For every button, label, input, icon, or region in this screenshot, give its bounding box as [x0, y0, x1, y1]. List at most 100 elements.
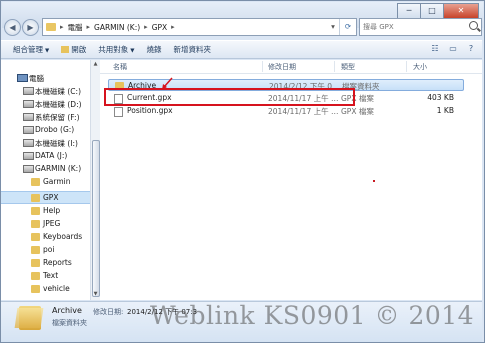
drive-icon — [23, 100, 34, 108]
open-button[interactable]: 開啟 — [61, 44, 86, 55]
drive-icon — [23, 113, 34, 121]
help-icon[interactable]: ? — [464, 43, 478, 55]
folder-icon — [31, 246, 40, 254]
search-icon[interactable] — [469, 21, 478, 30]
chevron-right-icon[interactable]: ▸ — [87, 23, 91, 31]
share-button[interactable]: 共用對象 ▼ — [98, 44, 134, 55]
file-icon — [114, 107, 123, 117]
file-size: 1 KB — [436, 106, 454, 115]
open-label: 開啟 — [71, 45, 87, 54]
refresh-icon[interactable]: ⟳ — [339, 19, 356, 35]
computer-icon — [17, 74, 28, 82]
breadcrumb-computer[interactable]: 電腦 — [68, 22, 83, 33]
nav-item-text[interactable]: Text — [1, 270, 90, 283]
column-divider[interactable] — [406, 61, 407, 72]
nav-item-help[interactable]: Help — [1, 205, 90, 218]
annotation-arrow-icon — [162, 77, 173, 90]
nav-item-keyboards[interactable]: Keyboards — [1, 231, 90, 244]
nav-item-label: Help — [43, 206, 61, 215]
search-input[interactable] — [360, 19, 466, 35]
column-type[interactable]: 類型 — [341, 62, 355, 72]
breadcrumb-gpx[interactable]: GPX — [152, 23, 167, 32]
chevron-down-icon: ▼ — [130, 48, 135, 54]
chevron-right-icon[interactable]: ▸ — [144, 23, 148, 31]
nav-item-label: Text — [43, 271, 59, 280]
details-modified-label: 修改日期: — [93, 308, 124, 316]
nav-item-drive-k[interactable]: GARMIN (K:) — [1, 163, 90, 176]
forward-button[interactable]: ▶ — [22, 19, 39, 36]
nav-item-label: poi — [43, 245, 55, 254]
view-controls: ☷ ▭ ? — [424, 43, 478, 55]
details-type: 檔案資料夾 — [52, 319, 87, 327]
nav-item-label: JPEG — [43, 219, 61, 228]
nav-item-label: DATA (J:) — [35, 151, 68, 160]
nav-item-label: Drobo (G:) — [35, 125, 75, 134]
chevron-right-icon[interactable]: ▸ — [60, 23, 64, 31]
nav-item-drive-c[interactable]: 本機磁碟 (C:) — [1, 85, 90, 98]
maximize-button[interactable]: □ — [420, 3, 444, 19]
close-button[interactable]: ✕ — [443, 3, 479, 19]
scrollbar-thumb[interactable] — [92, 140, 100, 297]
drive-icon — [23, 165, 34, 173]
new-folder-label: 新增資料夾 — [173, 45, 211, 54]
column-divider[interactable] — [262, 61, 263, 72]
nav-item-garmin[interactable]: Garmin — [1, 176, 90, 189]
file-date: 2014/11/17 上午 … — [268, 107, 339, 116]
folder-icon — [31, 207, 40, 215]
nav-item-drive-f[interactable]: 系統保留 (F:) — [1, 111, 90, 124]
organize-button[interactable]: 組合管理 ▼ — [13, 44, 49, 55]
drive-icon — [23, 139, 34, 147]
open-folder-icon — [61, 46, 70, 53]
nav-item-drive-g[interactable]: Drobo (G:) — [1, 124, 90, 137]
nav-item-jpeg[interactable]: JPEG — [1, 218, 90, 231]
preview-pane-icon[interactable]: ▭ — [446, 43, 460, 55]
nav-item-label: GPX — [43, 193, 59, 202]
folder-icon — [31, 220, 40, 228]
organize-label: 組合管理 — [13, 45, 43, 54]
nav-item-drive-d[interactable]: 本機磁碟 (D:) — [1, 98, 90, 111]
file-row-position-gpx[interactable]: Position.gpx 2014/11/17 上午 … GPX 檔案 1 KB — [108, 105, 462, 117]
column-headers: 名稱 修改日期 類型 大小 — [100, 60, 482, 74]
back-button[interactable]: ◀ — [4, 19, 21, 36]
navigation-pane: 電腦 本機磁碟 (C:) 本機磁碟 (D:) 系統保留 (F:) Drobo (… — [1, 60, 90, 300]
nav-item-gpx[interactable]: GPX — [1, 191, 90, 204]
folder-icon — [31, 259, 40, 267]
column-name[interactable]: 名稱 — [113, 62, 127, 72]
drive-icon — [23, 87, 34, 95]
nav-item-label: 電腦 — [29, 74, 44, 83]
annotation-highlight-box — [104, 88, 355, 106]
nav-item-computer[interactable]: 電腦 — [1, 72, 90, 85]
column-divider[interactable] — [334, 61, 335, 72]
details-name: Archive — [52, 306, 82, 315]
nav-item-label: Reports — [43, 258, 72, 267]
minimize-button[interactable]: ─ — [397, 3, 421, 19]
address-bar[interactable]: ▸ 電腦 ▸ GARMIN (K:) ▸ GPX ▸ ▾ ⟳ — [42, 18, 357, 36]
nav-item-vehicle[interactable]: vehicle — [1, 283, 90, 296]
scroll-down-icon[interactable]: ▼ — [92, 291, 99, 298]
nav-item-poi[interactable]: poi — [1, 244, 90, 257]
nav-item-drive-i[interactable]: 本機磁碟 (I:) — [1, 137, 90, 150]
new-folder-button[interactable]: 新增資料夾 — [173, 44, 211, 55]
burn-button[interactable]: 燒錄 — [146, 44, 161, 55]
drive-icon — [23, 152, 34, 160]
nav-item-label: vehicle — [43, 284, 70, 293]
nav-item-reports[interactable]: Reports — [1, 257, 90, 270]
address-dropdown-icon[interactable]: ▾ — [327, 19, 339, 35]
folder-icon — [31, 194, 40, 202]
breadcrumb-garmin-drive[interactable]: GARMIN (K:) — [94, 23, 140, 32]
column-size[interactable]: 大小 — [413, 62, 427, 72]
view-options-icon[interactable]: ☷ — [428, 43, 442, 55]
nav-item-drive-j[interactable]: DATA (J:) — [1, 150, 90, 163]
annotation-dot — [373, 180, 375, 182]
chevron-down-icon: ▼ — [45, 48, 50, 54]
nav-item-label: GARMIN (K:) — [35, 164, 82, 173]
nav-item-label: 本機磁碟 (I:) — [35, 139, 78, 148]
search-box[interactable] — [359, 18, 482, 36]
chevron-right-icon[interactable]: ▸ — [171, 23, 175, 31]
nav-item-label: Garmin — [43, 177, 71, 186]
column-date[interactable]: 修改日期 — [268, 62, 296, 72]
window-controls: ─ □ ✕ — [397, 3, 479, 19]
nav-item-label: 本機磁碟 (C:) — [35, 87, 81, 96]
nav-scrollbar[interactable]: ▲ ▼ — [90, 60, 100, 300]
scroll-up-icon[interactable]: ▲ — [92, 61, 99, 68]
